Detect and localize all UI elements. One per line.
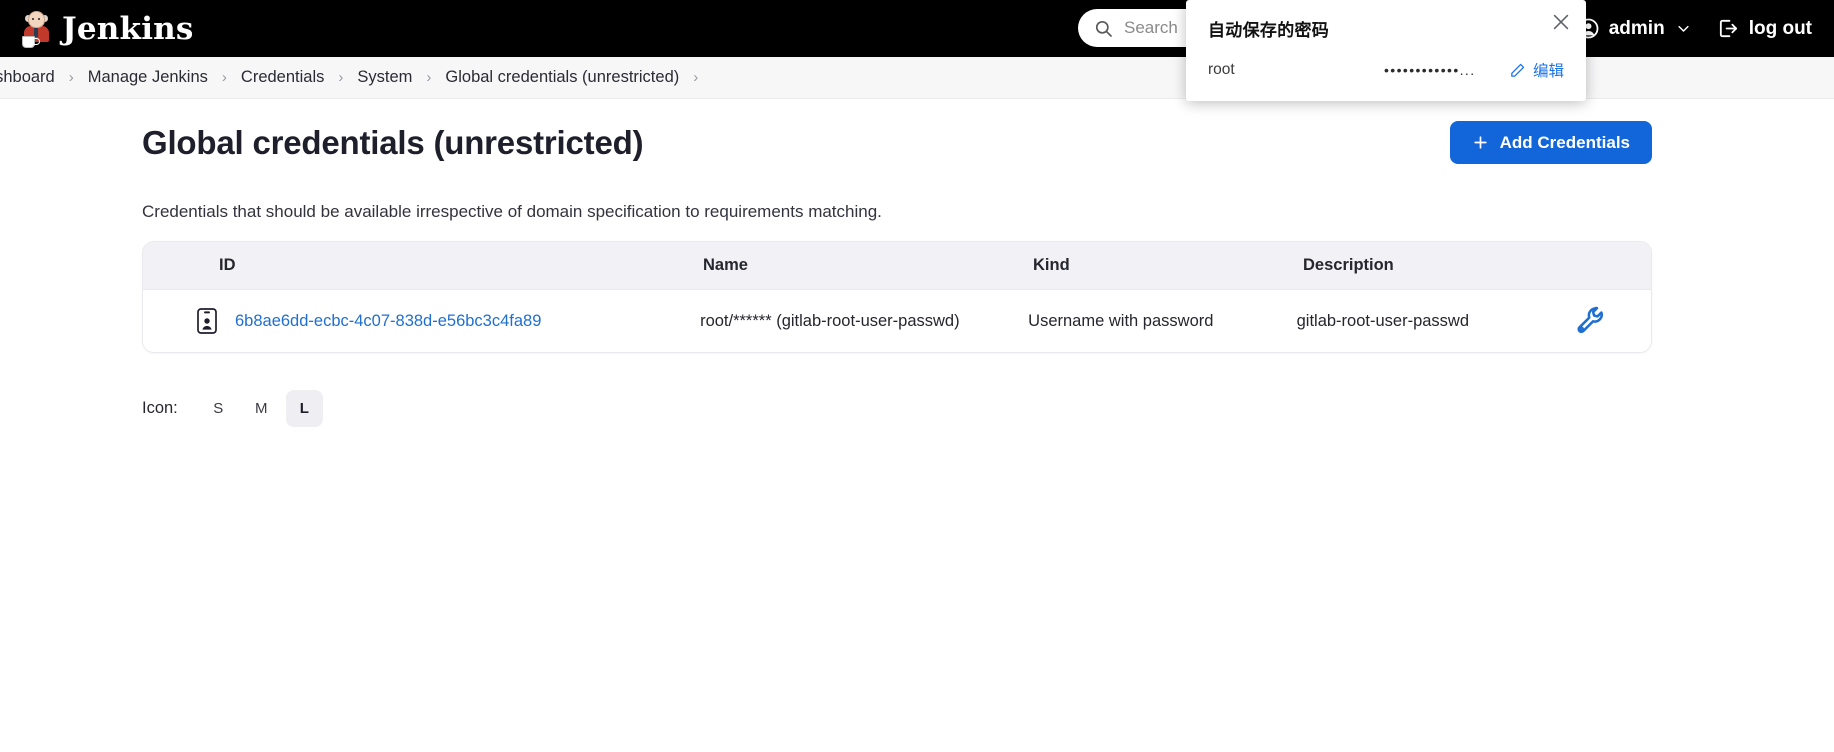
column-header-kind: Kind [1033,256,1070,274]
icon-size-switcher: Icon: S M L [142,390,1834,427]
search-icon [1095,20,1112,37]
credential-badge-icon [197,308,217,334]
table-row: 6b8ae6dd-ecbc-4c07-838d-e56bc3c4fa89 roo… [143,290,1651,352]
cell-name: root/****** (gitlab-root-user-passwd) [700,311,960,330]
plus-icon [1473,136,1487,149]
breadcrumb-item-credentials[interactable]: Credentials [241,68,324,87]
user-menu-label: admin [1608,17,1665,39]
edit-saved-password-label: 编辑 [1532,63,1564,80]
pencil-icon [1511,63,1525,77]
search-placeholder: Search [1124,18,1178,37]
main-content: Global credentials (unrestricted) Add Cr… [0,99,1834,751]
icon-size-medium[interactable]: M [243,390,280,427]
breadcrumb-item-dashboard[interactable]: Dashboard [0,68,55,87]
breadcrumb-separator: › [68,69,74,86]
breadcrumb-separator: › [221,69,227,86]
cell-kind: Username with password [1028,311,1214,330]
icon-size-label: Icon: [142,399,178,417]
edit-saved-password-button[interactable]: 编辑 [1509,59,1564,81]
jenkins-butler-logo [22,9,52,49]
brand-home-link[interactable]: Jenkins [22,9,194,49]
user-menu-admin[interactable]: admin [1577,17,1691,40]
page-header-row: Global credentials (unrestricted) Add Cr… [142,121,1652,164]
saved-password-popup: 自动保存的密码 root ••••••••••••... 编辑 [1186,0,1586,101]
saved-password-masked: ••••••••••••... [1384,62,1476,78]
add-credentials-button[interactable]: Add Credentials [1449,121,1652,164]
breadcrumb-separator: › [693,69,699,86]
brand-title: Jenkins [62,10,194,47]
add-credentials-label: Add Credentials [1499,132,1630,152]
logout-button[interactable]: log out [1717,17,1812,40]
chevron-down-icon [1678,25,1689,32]
saved-password-row: root ••••••••••••... 编辑 [1208,59,1564,81]
breadcrumb-separator: › [338,69,344,86]
credentials-table: ID Name Kind Description 6b8ae6dd-ecbc-4… [142,241,1652,353]
wrench-icon [1577,306,1603,333]
column-header-id: ID [219,256,236,274]
page-title: Global credentials (unrestricted) [142,123,644,161]
logout-icon [1719,19,1737,38]
icon-size-large[interactable]: L [285,390,323,427]
cell-description: gitlab-root-user-passwd [1296,311,1470,330]
configure-credential-button[interactable] [1575,304,1607,339]
breadcrumb-item-manage-jenkins[interactable]: Manage Jenkins [88,68,208,87]
intro-text: Credentials that should be available irr… [142,202,882,221]
credential-id-link[interactable]: 6b8ae6dd-ecbc-4c07-838d-e56bc3c4fa89 [235,312,541,331]
saved-password-title: 自动保存的密码 [1208,21,1330,40]
close-icon[interactable] [1550,11,1572,33]
column-header-description: Description [1303,256,1394,274]
column-header-name: Name [703,256,748,274]
breadcrumb-item-global-credentials[interactable]: Global credentials (unrestricted) [445,68,679,87]
breadcrumb-separator: › [426,69,432,86]
breadcrumb-item-system[interactable]: System [357,68,412,87]
cell-actions [1575,304,1651,339]
table-header-row: ID Name Kind Description [143,242,1651,290]
saved-password-username: root [1208,61,1235,78]
header-right-actions: admin log out [1577,0,1812,57]
icon-size-small[interactable]: S [200,390,237,427]
cell-id: 6b8ae6dd-ecbc-4c07-838d-e56bc3c4fa89 [143,307,700,335]
logout-label: log out [1748,17,1812,39]
